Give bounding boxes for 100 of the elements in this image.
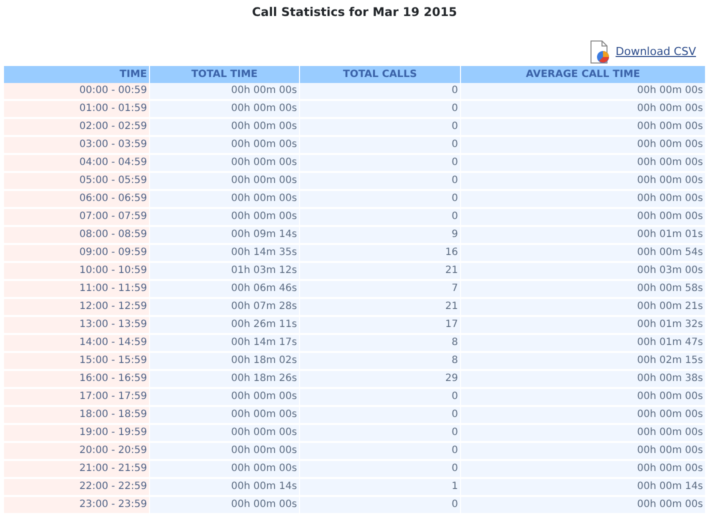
time-range-cell: 01:00 - 01:59: [4, 101, 149, 119]
table-cell: 0: [300, 461, 460, 479]
time-range-cell: 03:00 - 03:59: [4, 137, 149, 155]
table-cell: 00h 00m 38s: [461, 371, 705, 389]
table-cell: 00h 00m 00s: [461, 425, 705, 443]
time-range-cell: 12:00 - 12:59: [4, 299, 149, 317]
table-cell: 00h 00m 00s: [461, 119, 705, 137]
table-cell: 00h 00m 58s: [461, 281, 705, 299]
table-cell: 8: [300, 335, 460, 353]
time-range-cell: 22:00 - 22:59: [4, 479, 149, 497]
download-csv-link[interactable]: Download CSV: [616, 44, 696, 60]
time-range-cell: 04:00 - 04:59: [4, 155, 149, 173]
table-cell: 29: [300, 371, 460, 389]
table-cell: 00h 00m 00s: [461, 173, 705, 191]
column-header: TOTAL CALLS: [300, 66, 460, 83]
table-cell: 00h 00m 00s: [461, 407, 705, 425]
table-cell: 00h 00m 00s: [461, 155, 705, 173]
table-cell: 00h 00m 14s: [461, 479, 705, 497]
table-cell: 1: [300, 479, 460, 497]
column-header: TOTAL TIME: [150, 66, 299, 83]
time-range-cell: 21:00 - 21:59: [4, 461, 149, 479]
time-range-cell: 17:00 - 17:59: [4, 389, 149, 407]
table-cell: 00h 01m 32s: [461, 317, 705, 335]
table-cell: 0: [300, 137, 460, 155]
table-cell: 00h 07m 28s: [150, 299, 299, 317]
time-range-cell: 00:00 - 00:59: [4, 83, 149, 101]
table-cell: 00h 00m 00s: [461, 191, 705, 209]
table-cell: 8: [300, 353, 460, 371]
time-range-cell: 02:00 - 02:59: [4, 119, 149, 137]
table-cell: 00h 00m 00s: [150, 443, 299, 461]
table-cell: 0: [300, 443, 460, 461]
table-cell: 00h 00m 00s: [461, 389, 705, 407]
document-chart-icon: [590, 40, 610, 64]
table-cell: 00h 00m 00s: [150, 119, 299, 137]
table-cell: 00h 26m 11s: [150, 317, 299, 335]
table-cell: 9: [300, 227, 460, 245]
time-range-cell: 10:00 - 10:59: [4, 263, 149, 281]
table-cell: 0: [300, 209, 460, 227]
table-cell: 16: [300, 245, 460, 263]
table-cell: 00h 00m 14s: [150, 479, 299, 497]
table-cell: 00h 00m 00s: [461, 497, 705, 515]
table-cell: 00h 00m 00s: [150, 389, 299, 407]
table-cell: 00h 01m 47s: [461, 335, 705, 353]
table-cell: 00h 00m 00s: [461, 461, 705, 479]
page-title: Call Statistics for Mar 19 2015: [250, 4, 458, 20]
time-range-cell: 18:00 - 18:59: [4, 407, 149, 425]
column-header: TIME: [4, 66, 149, 83]
table-cell: 00h 00m 00s: [461, 83, 705, 101]
time-range-cell: 11:00 - 11:59: [4, 281, 149, 299]
table-cell: 00h 00m 00s: [150, 137, 299, 155]
table-cell: 0: [300, 101, 460, 119]
table-cell: 00h 14m 35s: [150, 245, 299, 263]
table-cell: 17: [300, 317, 460, 335]
table-cell: 00h 00m 00s: [150, 155, 299, 173]
time-range-cell: 14:00 - 14:59: [4, 335, 149, 353]
time-range-cell: 06:00 - 06:59: [4, 191, 149, 209]
time-range-cell: 23:00 - 23:59: [4, 497, 149, 515]
table-cell: 0: [300, 119, 460, 137]
table-cell: 0: [300, 155, 460, 173]
table-cell: 00h 01m 01s: [461, 227, 705, 245]
table-cell: 00h 00m 00s: [150, 425, 299, 443]
table-cell: 0: [300, 173, 460, 191]
table-cell: 00h 00m 00s: [150, 407, 299, 425]
time-range-cell: 13:00 - 13:59: [4, 317, 149, 335]
table-cell: 00h 00m 00s: [150, 497, 299, 515]
table-cell: 00h 03m 00s: [461, 263, 705, 281]
table-cell: 00h 18m 26s: [150, 371, 299, 389]
table-cell: 00h 00m 00s: [150, 191, 299, 209]
table-cell: 00h 18m 02s: [150, 353, 299, 371]
table-cell: 0: [300, 389, 460, 407]
table-cell: 00h 00m 00s: [461, 101, 705, 119]
table-cell: 0: [300, 83, 460, 101]
table-cell: 00h 00m 00s: [150, 101, 299, 119]
table-cell: 00h 00m 00s: [461, 137, 705, 155]
table-cell: 0: [300, 407, 460, 425]
table-cell: 00h 02m 15s: [461, 353, 705, 371]
table-cell: 00h 00m 00s: [150, 173, 299, 191]
table-cell: 00h 06m 46s: [150, 281, 299, 299]
table-cell: 00h 00m 00s: [461, 209, 705, 227]
time-range-cell: 07:00 - 07:59: [4, 209, 149, 227]
table-cell: 0: [300, 191, 460, 209]
table-cell: 00h 00m 54s: [461, 245, 705, 263]
column-header: AVERAGE CALL TIME: [461, 66, 705, 83]
table-cell: 00h 00m 00s: [461, 443, 705, 461]
time-range-cell: 15:00 - 15:59: [4, 353, 149, 371]
time-range-cell: 16:00 - 16:59: [4, 371, 149, 389]
table-cell: 00h 09m 14s: [150, 227, 299, 245]
time-range-cell: 19:00 - 19:59: [4, 425, 149, 443]
table-cell: 00h 00m 00s: [150, 209, 299, 227]
table-cell: 01h 03m 12s: [150, 263, 299, 281]
table-cell: 21: [300, 263, 460, 281]
time-range-cell: 20:00 - 20:59: [4, 443, 149, 461]
table-cell: 00h 00m 00s: [150, 83, 299, 101]
table-cell: 00h 00m 00s: [150, 461, 299, 479]
time-range-cell: 08:00 - 08:59: [4, 227, 149, 245]
table-cell: 00h 00m 21s: [461, 299, 705, 317]
table-cell: 00h 14m 17s: [150, 335, 299, 353]
time-range-cell: 09:00 - 09:59: [4, 245, 149, 263]
time-range-cell: 05:00 - 05:59: [4, 173, 149, 191]
table-cell: 21: [300, 299, 460, 317]
